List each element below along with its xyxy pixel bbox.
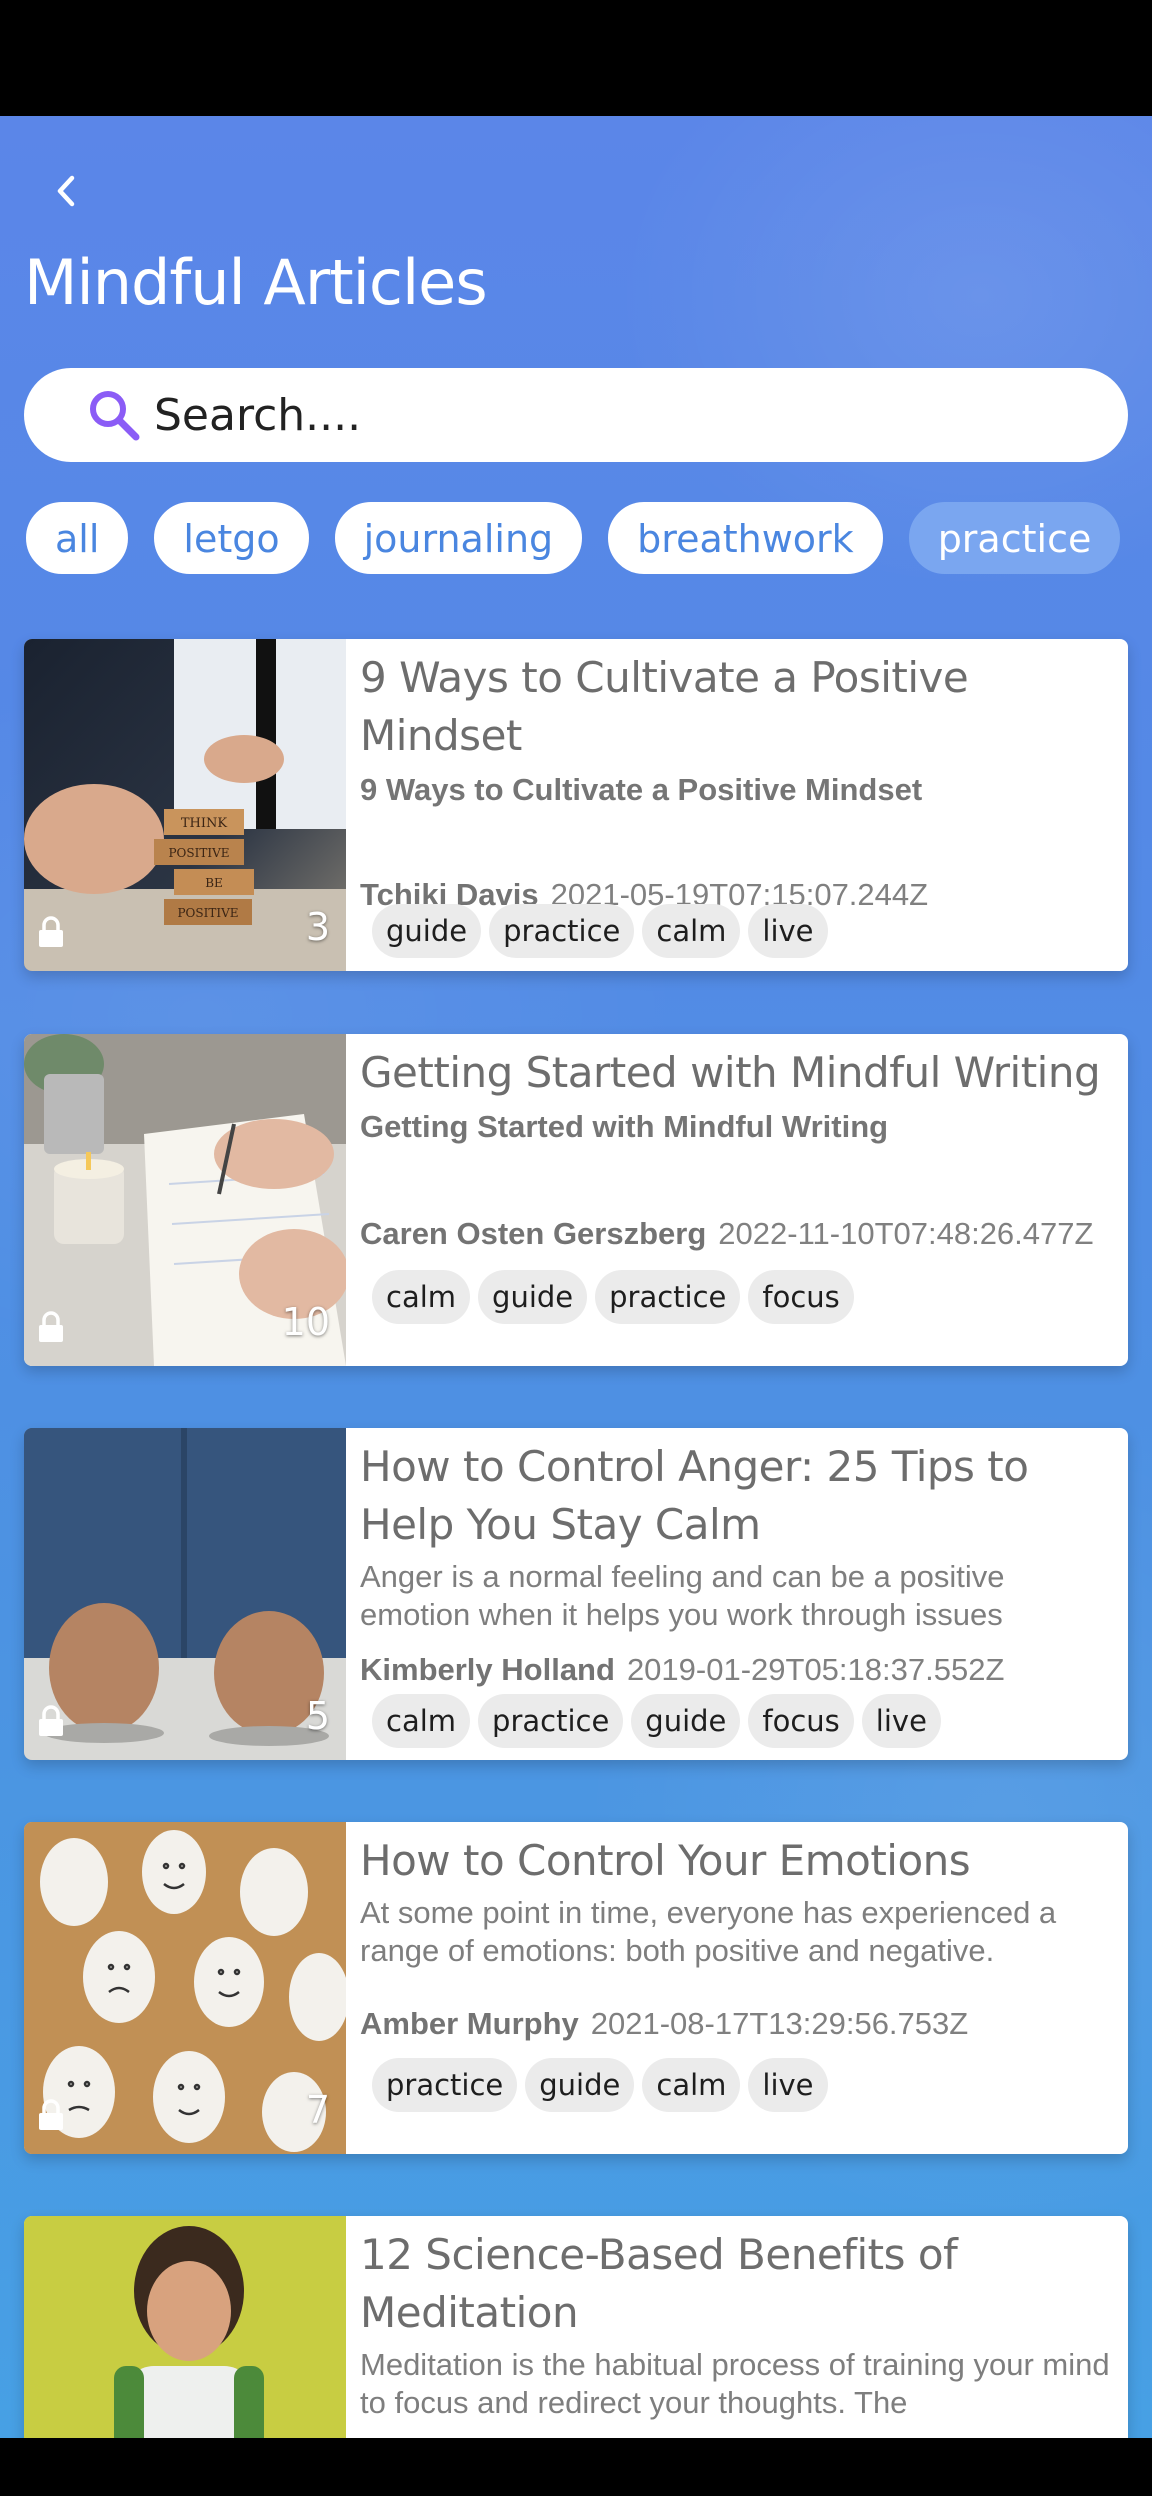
back-button[interactable] [42, 166, 92, 216]
article-description: Anger is a normal feeling and can be a p… [360, 1559, 1005, 1632]
tag[interactable]: calm [642, 904, 741, 958]
article-author: Caren Osten Gerszberg [360, 1216, 707, 1251]
tag[interactable]: live [748, 2058, 828, 2112]
article-subtitle: Getting Started with Mindful Writing [360, 1109, 889, 1144]
article-description: At some point in time, everyone has expe… [360, 1895, 1057, 1968]
tag-list: calm guide practice focus [372, 1270, 862, 1324]
tag[interactable]: calm [642, 2058, 741, 2112]
article-author: Kimberly Holland [360, 1652, 615, 1687]
filter-chip-breathwork[interactable]: breathwork [608, 502, 883, 574]
article-title: How to Control Your Emotions [360, 1836, 971, 1885]
article-date: 2022-11-10T07:48:26.477Z [718, 1216, 1094, 1251]
filter-chip-all[interactable]: all [26, 502, 129, 574]
search-icon [90, 391, 140, 441]
tag[interactable]: practice [478, 1694, 624, 1748]
article-card[interactable]: THINK POSITIVE BE POSITIVE 3 9 Ways to C… [24, 639, 1128, 971]
tag[interactable]: live [861, 1694, 941, 1748]
filter-chip-letgo[interactable]: letgo [154, 502, 309, 574]
article-thumbnail: THINK POSITIVE BE POSITIVE 3 [24, 639, 346, 971]
tag[interactable]: practice [489, 904, 635, 958]
item-count: 5 [305, 1694, 330, 1738]
article-card[interactable]: 10 Getting Started with Mindful Writing … [24, 1034, 1128, 1366]
article-card[interactable]: 5 How to Control Anger: 25 Tips to Help … [24, 1428, 1128, 1760]
article-thumbnail [24, 2216, 346, 2438]
article-thumbnail: 10 [24, 1034, 346, 1366]
tag[interactable]: live [748, 904, 828, 958]
search-bar[interactable] [24, 368, 1128, 462]
lock-icon [39, 916, 63, 947]
lock-icon [39, 1311, 63, 1342]
block-word: THINK [181, 816, 228, 831]
article-description: Meditation is the habitual process of tr… [360, 2347, 1110, 2420]
filter-chip-practice[interactable]: practice [908, 502, 1121, 574]
article-card[interactable]: 7 How to Control Your Emotions At some p… [24, 1822, 1128, 2154]
article-title: 9 Ways to Cultivate a Positive Mindset [360, 653, 969, 760]
article-date: 2021-08-17T13:29:56.753Z [590, 2006, 969, 2041]
lock-icon [39, 2099, 63, 2130]
search-input[interactable] [152, 388, 1056, 442]
tag[interactable]: guide [372, 904, 482, 958]
article-thumbnail: 5 [24, 1428, 346, 1760]
tag[interactable]: focus [748, 1694, 854, 1748]
article-author: Amber Murphy [360, 2006, 579, 2041]
clenched-fists-image [24, 1428, 346, 1760]
wooden-blocks-image: THINK POSITIVE BE POSITIVE [24, 639, 346, 971]
tag[interactable]: calm [372, 1694, 471, 1748]
filter-chips: allletgojournalingbreathworkpracticeguid… [26, 502, 1132, 578]
status-bar [0, 0, 1152, 116]
article-title: 12 Science-Based Benefits of Meditation [360, 2230, 958, 2337]
filter-chip-journaling[interactable]: journaling [334, 502, 583, 574]
tag[interactable]: practice [372, 2058, 518, 2112]
article-card[interactable]: 12 Science-Based Benefits of Meditation … [24, 2216, 1128, 2438]
block-word: POSITIVE [177, 906, 238, 920]
tag[interactable]: focus [748, 1270, 854, 1324]
tag-list: practice guide calm live [372, 2058, 836, 2112]
tag[interactable]: calm [372, 1270, 471, 1324]
tag[interactable]: guide [631, 1694, 741, 1748]
navigation-bar [0, 2438, 1152, 2496]
screen: Mindful Articles all letgo journaling breat… [0, 116, 1152, 2438]
article-subtitle: 9 Ways to Cultivate a Positive Mindset [360, 772, 923, 807]
item-count: 10 [281, 1300, 330, 1344]
article-meta: Kimberly Holland 2019-01-29T05:18:37.552Z [360, 1652, 1004, 1688]
tag[interactable]: guide [478, 1270, 588, 1324]
child-meditating-image [24, 2216, 346, 2438]
item-count: 7 [305, 2088, 330, 2132]
tag[interactable]: guide [525, 2058, 635, 2112]
item-count: 3 [305, 905, 330, 949]
tag-list: calm practice guide focus live [372, 1694, 949, 1748]
chevron-left-icon [57, 175, 75, 207]
tag[interactable]: practice [595, 1270, 741, 1324]
article-date: 2019-01-29T05:18:37.552Z [626, 1652, 1005, 1687]
article-title: How to Control Anger: 25 Tips to Help Yo… [360, 1442, 1029, 1549]
article-meta: Caren Osten Gerszberg 2022-11-10T07:48:26… [360, 1216, 1093, 1252]
tag-list: guide practice calm live [372, 904, 836, 958]
page-title: Mindful Articles [24, 246, 488, 319]
lock-icon [39, 1705, 63, 1736]
block-word: POSITIVE [168, 846, 229, 860]
emotion-eggs-image [24, 1822, 346, 2154]
article-thumbnail: 7 [24, 1822, 346, 2154]
block-word: BE [205, 876, 223, 890]
article-meta: Amber Murphy 2021-08-17T13:29:56.753Z [360, 2006, 968, 2042]
article-title: Getting Started with Mindful Writing [360, 1048, 1101, 1097]
